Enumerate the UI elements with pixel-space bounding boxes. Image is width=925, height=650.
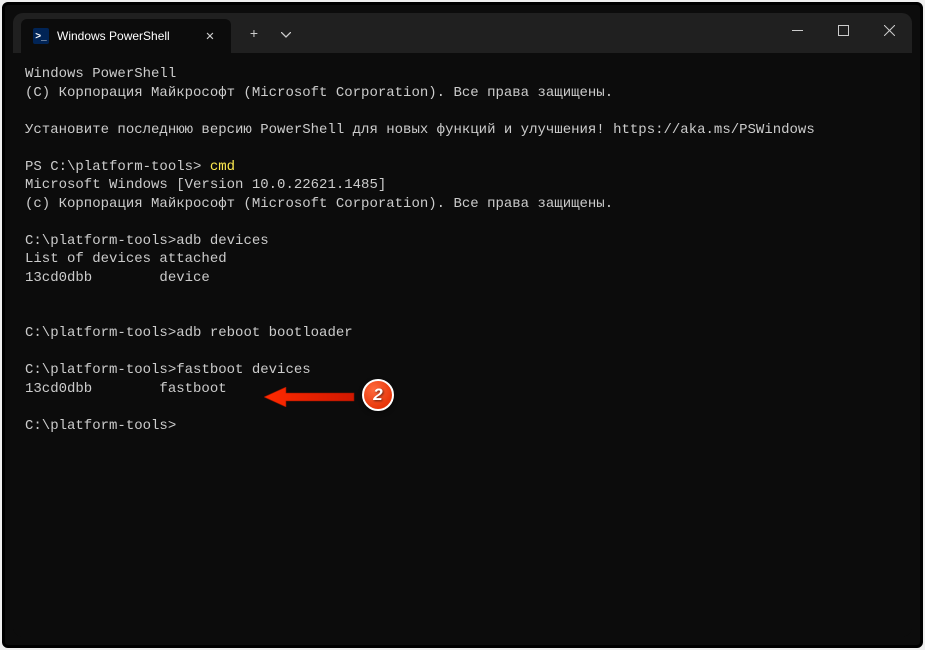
tab-title: Windows PowerShell: [57, 29, 193, 43]
window-controls: [774, 13, 912, 47]
tab-dropdown-icon[interactable]: [271, 23, 301, 47]
maximize-button[interactable]: [820, 13, 866, 47]
close-tab-icon[interactable]: ✕: [201, 27, 219, 45]
terminal-output[interactable]: Windows PowerShell (C) Корпорация Майкро…: [13, 53, 912, 637]
titlebar: >_ Windows PowerShell ✕ +: [13, 13, 912, 53]
minimize-button[interactable]: [774, 13, 820, 47]
powershell-icon: >_: [33, 28, 49, 44]
close-window-button[interactable]: [866, 13, 912, 47]
tab-powershell[interactable]: >_ Windows PowerShell ✕: [21, 19, 231, 53]
terminal-window: >_ Windows PowerShell ✕ +: [13, 13, 912, 637]
new-tab-button[interactable]: +: [239, 23, 269, 47]
